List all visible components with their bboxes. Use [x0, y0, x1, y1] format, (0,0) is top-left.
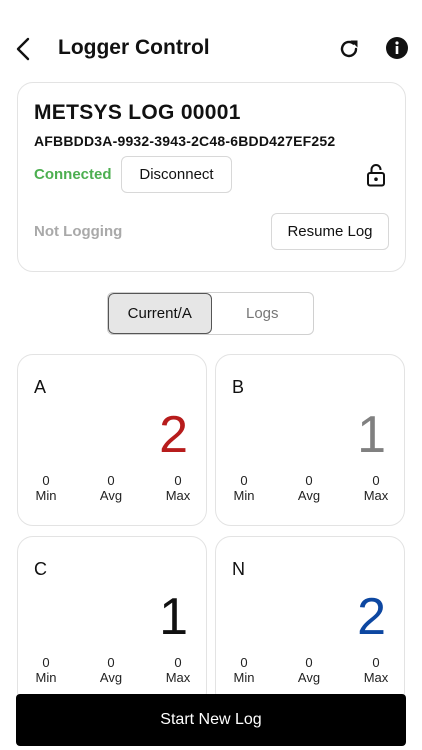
stat-max-value: 0 [372, 473, 380, 488]
info-icon[interactable] [386, 37, 408, 59]
phase-current-value: 2 [357, 588, 386, 646]
stat-min: 0 Min [224, 655, 264, 685]
chevron-left-icon[interactable] [12, 36, 36, 62]
stat-min-label: Min [35, 670, 57, 685]
tab-current[interactable]: Current/A [108, 293, 212, 334]
stat-min-value: 0 [42, 655, 50, 670]
phase-card-a: A 2 0 Min 0 Avg 0 Max [17, 354, 207, 526]
page-title: Logger Control [58, 36, 210, 59]
stat-max-label: Max [363, 670, 389, 685]
view-segmented-control: Current/A Logs [107, 292, 314, 335]
tab-logs[interactable]: Logs [212, 293, 314, 334]
stat-avg: 0 Avg [289, 655, 329, 685]
stat-min-value: 0 [42, 473, 50, 488]
device-id: AFBBDD3A-9932-3943-2C48-6BDD427EF252 [34, 133, 336, 149]
stat-avg-value: 0 [305, 473, 313, 488]
stat-avg-value: 0 [305, 655, 313, 670]
stat-min-label: Min [35, 488, 57, 503]
stat-avg-label: Avg [297, 670, 321, 685]
stat-avg: 0 Avg [289, 473, 329, 503]
refresh-icon[interactable] [337, 37, 361, 61]
phase-label: B [232, 377, 245, 397]
stat-avg-label: Avg [99, 488, 123, 503]
resume-log-button[interactable]: Resume Log [271, 213, 389, 250]
stat-avg-value: 0 [107, 473, 115, 488]
device-name: METSYS LOG 00001 [34, 101, 241, 124]
phase-label: C [34, 559, 47, 579]
phase-card-c: C 1 0 Min 0 Avg 0 Max [17, 536, 207, 708]
stat-min-label: Min [233, 488, 255, 503]
stat-max: 0 Max [158, 655, 198, 685]
phase-label: A [34, 377, 47, 397]
phase-card-b: B 1 0 Min 0 Avg 0 Max [215, 354, 405, 526]
connection-status: Connected [34, 166, 112, 183]
stat-max-label: Max [165, 670, 191, 685]
stat-max-label: Max [363, 488, 389, 503]
stat-min: 0 Min [26, 655, 66, 685]
stat-avg-label: Avg [297, 488, 321, 503]
phase-card-n: N 2 0 Min 0 Avg 0 Max [215, 536, 405, 708]
device-card: METSYS LOG 00001 AFBBDD3A-9932-3943-2C48… [17, 82, 406, 272]
phase-current-value: 1 [159, 588, 188, 646]
stat-min-label: Min [233, 670, 255, 685]
unlocked-padlock-icon[interactable] [366, 163, 386, 187]
phase-current-value: 1 [357, 406, 386, 464]
stat-min: 0 Min [26, 473, 66, 503]
phase-label: N [232, 559, 245, 579]
stat-max: 0 Max [158, 473, 198, 503]
stat-avg: 0 Avg [91, 473, 131, 503]
stat-min-value: 0 [240, 473, 248, 488]
stat-max-value: 0 [372, 655, 380, 670]
stat-min-value: 0 [240, 655, 248, 670]
stat-max-label: Max [165, 488, 191, 503]
stat-avg: 0 Avg [91, 655, 131, 685]
start-new-log-button[interactable]: Start New Log [16, 694, 406, 746]
disconnect-button[interactable]: Disconnect [121, 156, 232, 193]
stat-avg-value: 0 [107, 655, 115, 670]
logging-status: Not Logging [34, 223, 123, 240]
stat-avg-label: Avg [99, 670, 123, 685]
phase-current-value: 2 [159, 406, 188, 464]
stat-min: 0 Min [224, 473, 264, 503]
stat-max: 0 Max [356, 473, 396, 503]
stat-max: 0 Max [356, 655, 396, 685]
stat-max-value: 0 [174, 655, 182, 670]
stat-max-value: 0 [174, 473, 182, 488]
